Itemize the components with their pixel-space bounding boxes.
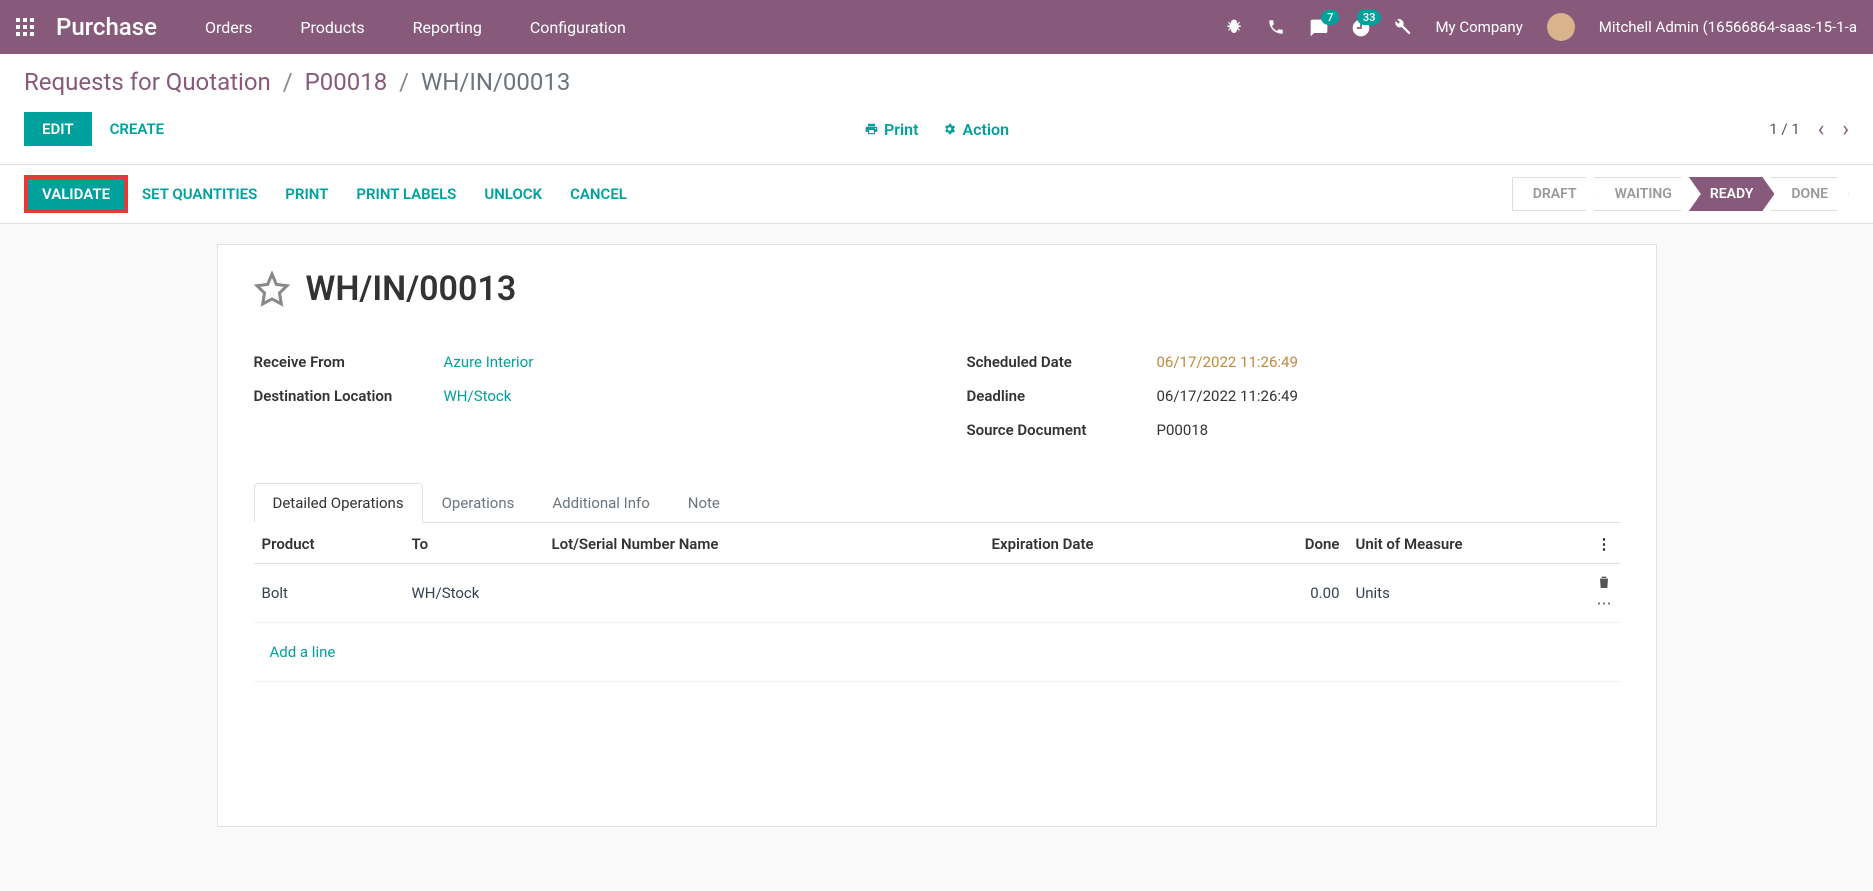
- doc-title: WH/IN/00013: [306, 269, 517, 309]
- tab-detailed-operations[interactable]: Detailed Operations: [254, 483, 423, 523]
- nav-orders[interactable]: Orders: [205, 18, 252, 37]
- pager: 1 / 1 ‹ ›: [1769, 117, 1849, 142]
- status-step-waiting[interactable]: WAITING: [1594, 177, 1693, 211]
- col-to[interactable]: To: [404, 523, 544, 564]
- messages-badge: 7: [1321, 10, 1339, 25]
- receive-from-label: Receive From: [254, 353, 444, 371]
- deadline-label: Deadline: [967, 387, 1157, 405]
- nav-configuration[interactable]: Configuration: [530, 18, 626, 37]
- sched-value: 06/17/2022 11:26:49: [1157, 353, 1298, 371]
- source-label: Source Document: [967, 421, 1157, 439]
- tab-operations[interactable]: Operations: [423, 483, 534, 523]
- messages-icon[interactable]: 7: [1309, 18, 1327, 36]
- breadcrumb-root[interactable]: Requests for Quotation: [24, 68, 271, 96]
- cell-done[interactable]: 0.00: [1268, 564, 1348, 623]
- activity-icon[interactable]: 33: [1351, 18, 1369, 36]
- col-done[interactable]: Done: [1268, 523, 1348, 564]
- delete-row-button[interactable]: ⋯: [1588, 564, 1620, 623]
- top-navbar: Purchase Orders Products Reporting Confi…: [0, 0, 1873, 54]
- sheet: WH/IN/00013 Receive From Azure Interior …: [217, 244, 1657, 827]
- gear-icon: [942, 122, 956, 136]
- breadcrumb-sep: /: [283, 68, 293, 96]
- field-sched: Scheduled Date 06/17/2022 11:26:49: [967, 345, 1620, 379]
- company-label[interactable]: My Company: [1435, 18, 1522, 36]
- breadcrumb-sep: /: [399, 68, 409, 96]
- col-lot[interactable]: Lot/Serial Number Name: [544, 523, 984, 564]
- field-source: Source Document P00018: [967, 413, 1620, 447]
- print-label: Print: [884, 120, 919, 139]
- cell-to[interactable]: WH/Stock: [404, 564, 544, 623]
- edit-button[interactable]: EDIT: [24, 112, 92, 146]
- user-label[interactable]: Mitchell Admin (16566864-saas-15-1-a: [1599, 18, 1857, 36]
- tab-note[interactable]: Note: [669, 483, 739, 523]
- add-line-row: Add a line: [254, 623, 1620, 682]
- app-brand[interactable]: Purchase: [56, 13, 157, 41]
- dest-value[interactable]: WH/Stock: [444, 387, 512, 405]
- status-step-ready[interactable]: READY: [1689, 177, 1775, 211]
- source-value: P00018: [1157, 421, 1209, 439]
- add-line-button[interactable]: Add a line: [262, 633, 344, 671]
- field-deadline: Deadline 06/17/2022 11:26:49: [967, 379, 1620, 413]
- status-step-done[interactable]: DONE: [1770, 177, 1849, 211]
- trash-icon: [1596, 574, 1612, 590]
- avatar[interactable]: [1547, 13, 1575, 41]
- middle-actions: Print Action: [864, 120, 1009, 139]
- col-kebab[interactable]: ⋮: [1588, 523, 1620, 564]
- action-label: Action: [962, 120, 1009, 139]
- table-empty-space: [254, 682, 1620, 802]
- receive-from-value[interactable]: Azure Interior: [444, 353, 534, 371]
- action-row: EDIT CREATE Print Action 1 / 1 ‹ ›: [0, 100, 1873, 165]
- nav-links: Orders Products Reporting Configuration: [205, 18, 626, 37]
- col-exp[interactable]: Expiration Date: [984, 523, 1268, 564]
- breadcrumb-current: WH/IN/00013: [421, 68, 570, 96]
- cell-lot[interactable]: [544, 564, 984, 623]
- table-header-row: Product To Lot/Serial Number Name Expira…: [254, 523, 1620, 564]
- print-labels-button[interactable]: PRINT LABELS: [356, 185, 456, 203]
- phone-icon[interactable]: [1267, 18, 1285, 36]
- unlock-button[interactable]: UNLOCK: [484, 185, 542, 203]
- set-quantities-button[interactable]: SET QUANTITIES: [142, 185, 257, 203]
- validate-button[interactable]: VALIDATE: [24, 175, 128, 213]
- sched-label: Scheduled Date: [967, 353, 1157, 371]
- tabs: Detailed Operations Operations Additiona…: [254, 483, 1620, 523]
- nav-products[interactable]: Products: [300, 18, 364, 37]
- cell-product[interactable]: Bolt: [254, 564, 404, 623]
- create-button[interactable]: CREATE: [92, 112, 183, 146]
- title-row: WH/IN/00013: [254, 269, 1620, 309]
- breadcrumb-parent[interactable]: P00018: [305, 68, 388, 96]
- print-transfer-button[interactable]: PRINT: [285, 185, 328, 203]
- status-row: VALIDATE SET QUANTITIES PRINT PRINT LABE…: [0, 165, 1873, 224]
- nav-right: 7 33 My Company Mitchell Admin (16566864…: [1225, 13, 1857, 41]
- col-product[interactable]: Product: [254, 523, 404, 564]
- status-step-draft[interactable]: DRAFT: [1512, 177, 1598, 211]
- star-icon[interactable]: [254, 271, 290, 307]
- cell-uom[interactable]: Units: [1348, 564, 1588, 623]
- printer-icon: [864, 122, 878, 136]
- print-button[interactable]: Print: [864, 120, 919, 139]
- pager-prev[interactable]: ‹: [1818, 117, 1825, 142]
- fields-grid: Receive From Azure Interior Destination …: [254, 345, 1620, 447]
- apps-icon[interactable]: [16, 18, 34, 36]
- sheet-wrap: WH/IN/00013 Receive From Azure Interior …: [0, 224, 1873, 847]
- pager-next[interactable]: ›: [1842, 117, 1849, 142]
- bug-icon[interactable]: [1225, 18, 1243, 36]
- col-uom[interactable]: Unit of Measure: [1348, 523, 1588, 564]
- tools-icon[interactable]: [1393, 18, 1411, 36]
- table-row[interactable]: Bolt WH/Stock 0.00 Units ⋯: [254, 564, 1620, 623]
- pager-text: 1 / 1: [1769, 120, 1800, 138]
- action-button[interactable]: Action: [942, 120, 1009, 139]
- activity-badge: 33: [1357, 10, 1382, 25]
- field-dest: Destination Location WH/Stock: [254, 379, 907, 413]
- dest-label: Destination Location: [254, 387, 444, 405]
- deadline-value: 06/17/2022 11:26:49: [1157, 387, 1298, 405]
- field-receive-from: Receive From Azure Interior: [254, 345, 907, 379]
- tab-additional-info[interactable]: Additional Info: [533, 483, 668, 523]
- operations-table: Product To Lot/Serial Number Name Expira…: [254, 523, 1620, 682]
- status-flow: DRAFT WAITING READY DONE: [1516, 177, 1849, 211]
- cell-exp[interactable]: [984, 564, 1268, 623]
- cancel-button[interactable]: CANCEL: [570, 185, 627, 203]
- breadcrumb: Requests for Quotation / P00018 / WH/IN/…: [0, 54, 1873, 100]
- nav-reporting[interactable]: Reporting: [413, 18, 482, 37]
